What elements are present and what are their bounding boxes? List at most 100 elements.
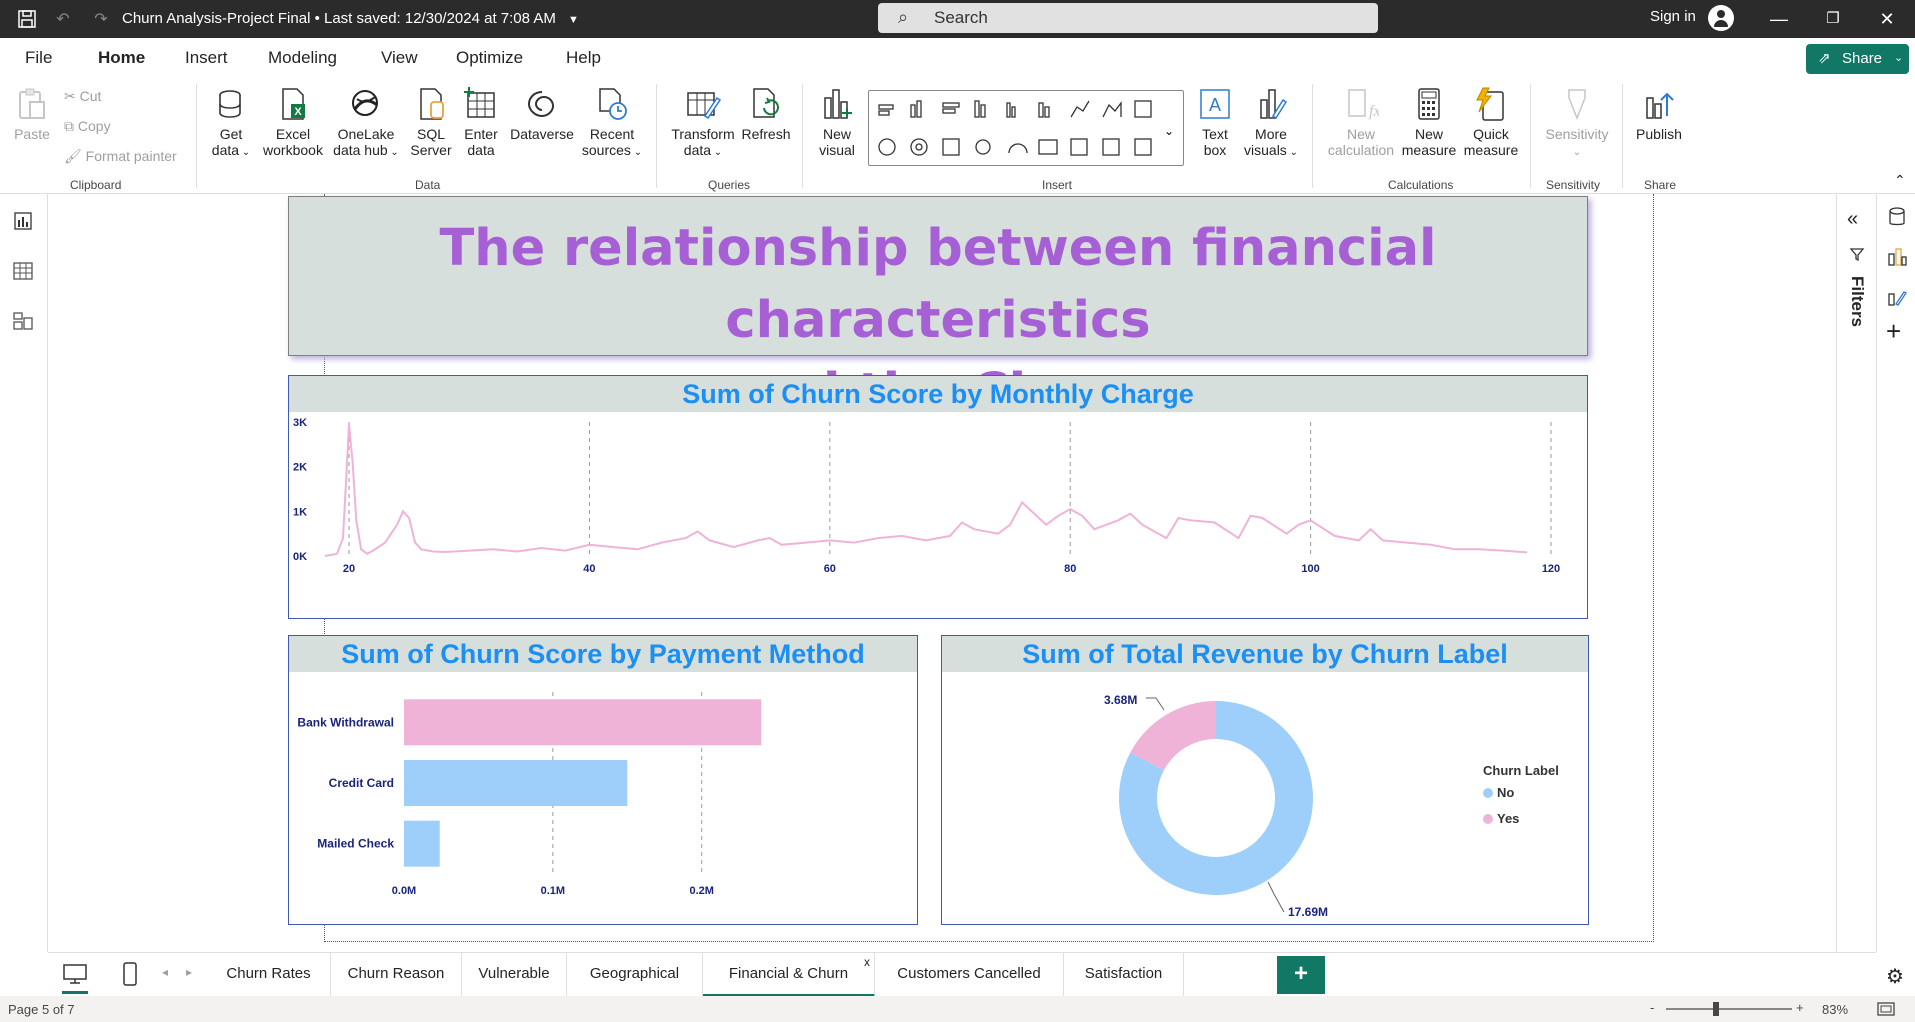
transform-data-icon — [687, 92, 721, 120]
minimize-icon[interactable]: — — [1764, 6, 1794, 32]
page-tab[interactable]: Customers Cancelled — [875, 953, 1064, 997]
share-button[interactable]: ⇗ Share ⌄ — [1806, 44, 1909, 74]
menu-insert[interactable]: Insert — [185, 48, 228, 68]
mobile-layout-icon[interactable] — [122, 961, 138, 987]
collapse-ribbon-icon[interactable]: ⌃ — [1894, 172, 1906, 189]
menu-view[interactable]: View — [381, 48, 418, 68]
text-box-icon: A — [1200, 89, 1230, 119]
search-placeholder: Search — [934, 8, 988, 27]
filter-icon — [1849, 248, 1865, 262]
save-icon[interactable] — [16, 8, 38, 30]
x-tick-label: 0.2M — [689, 885, 713, 897]
excel-icon: X — [282, 88, 305, 120]
format-painter-button[interactable]: 🖌 Format painter — [64, 148, 177, 165]
y-tick-label: 1K — [293, 506, 307, 518]
page-tab[interactable]: Financial & Churn x — [703, 953, 875, 997]
legend-item-yes[interactable]: Yes — [1483, 811, 1519, 826]
table-plus-icon — [464, 87, 495, 118]
bar — [404, 820, 440, 867]
page-tab[interactable]: Churn Rates — [207, 953, 331, 997]
page-tab[interactable]: Satisfaction — [1064, 953, 1184, 997]
report-title-card[interactable]: The relationship between financial chara… — [288, 196, 1588, 422]
group-label-share: Share — [1644, 178, 1677, 192]
scroll-tabs-right-icon[interactable]: ▸ — [186, 965, 192, 979]
leader-line — [1146, 697, 1165, 711]
recent-sources-button[interactable]: Recent sources ⌄ — [578, 86, 646, 161]
scroll-tabs-left-icon[interactable]: ◂ — [162, 965, 168, 979]
account-icon[interactable] — [1708, 5, 1734, 31]
settings-gear-icon[interactable]: ⚙ — [1886, 964, 1904, 989]
data-label: 3.68M — [1104, 693, 1137, 707]
publish-button[interactable]: Publish — [1630, 86, 1688, 142]
menu-file[interactable]: File — [25, 48, 52, 68]
undo-icon[interactable]: ↶ — [52, 8, 74, 30]
new-measure-button[interactable]: New measure — [1398, 86, 1460, 158]
new-visual-button[interactable]: New visual — [810, 86, 864, 158]
report-view-icon[interactable] — [12, 210, 34, 232]
restore-icon[interactable]: ❐ — [1818, 6, 1848, 32]
share-chevron-icon: ⌄ — [1894, 52, 1904, 64]
refresh-button[interactable]: Refresh — [738, 86, 794, 142]
copy-icon: ⧉ — [64, 118, 74, 134]
filters-label[interactable]: Filters — [1847, 276, 1867, 327]
quick-measure-button[interactable]: Quick measure — [1460, 86, 1522, 158]
svg-text:A: A — [1209, 95, 1221, 115]
transform-data-button[interactable]: Transform data ⌄ — [666, 86, 740, 161]
legend-item-no[interactable]: No — [1483, 785, 1514, 800]
close-window-icon[interactable]: ✕ — [1872, 6, 1902, 32]
copy-button[interactable]: ⧉ Copy — [64, 118, 111, 135]
zoom-out-icon[interactable]: - — [1650, 1000, 1654, 1015]
add-page-button[interactable]: + — [1277, 956, 1325, 994]
data-pane-icon[interactable] — [1886, 206, 1908, 228]
bar-chart-visual[interactable]: Sum of Churn Score by Payment Method 0.0… — [288, 635, 918, 925]
paste-button[interactable]: Paste — [10, 86, 54, 142]
filters-pane: « Filters — [1836, 194, 1876, 952]
group-label-data: Data — [415, 178, 441, 192]
visual-type-icons[interactable]: ⌄ — [869, 91, 1185, 167]
cut-button[interactable]: ✂ Cut — [64, 88, 101, 105]
x-tick-label: 20 — [343, 563, 355, 575]
page-tab[interactable]: Churn Reason — [331, 953, 462, 997]
sql-server-button[interactable]: SQL Server — [406, 86, 456, 158]
table-view-icon[interactable] — [12, 260, 34, 282]
category-label: Credit Card — [329, 776, 394, 790]
fit-to-page-icon[interactable] — [1876, 1001, 1896, 1017]
excel-workbook-button[interactable]: X Excel workbook — [258, 86, 328, 158]
donut-chart-visual[interactable]: Sum of Total Revenue by Churn Label 17.6… — [941, 635, 1589, 925]
model-view-icon[interactable] — [12, 310, 34, 332]
page-tab[interactable]: Geographical — [567, 953, 703, 997]
text-box-button[interactable]: A Text box — [1192, 86, 1238, 158]
format-visual-icon[interactable] — [1886, 286, 1908, 308]
redo-icon[interactable]: ↷ — [90, 8, 112, 30]
page-tab-label: Financial & Churn — [728, 965, 849, 982]
zoom-in-icon[interactable]: + — [1796, 1000, 1804, 1015]
page-tab-label: Churn Reason — [347, 965, 445, 982]
menu-modeling[interactable]: Modeling — [268, 48, 337, 68]
page-tab[interactable]: Vulnerable — [462, 953, 567, 997]
search-box[interactable]: ⌕ Search — [878, 3, 1378, 33]
get-data-button[interactable]: Get data ⌄ — [206, 86, 256, 161]
onelake-data-hub-button[interactable]: OneLake data hub ⌄ — [328, 86, 404, 161]
build-visual-icon[interactable] — [1886, 246, 1908, 268]
desktop-layout-icon[interactable] — [62, 963, 88, 985]
series-line — [324, 424, 1528, 557]
title-chevron-icon[interactable]: ▼ — [568, 14, 579, 26]
menu-optimize[interactable]: Optimize — [456, 48, 523, 68]
share-icon: ⇗ — [1818, 50, 1831, 67]
x-tick-label: 120 — [1542, 563, 1560, 575]
sign-in-link[interactable]: Sign in — [1650, 8, 1696, 25]
zoom-slider-track[interactable] — [1666, 1008, 1792, 1010]
menu-home[interactable]: Home — [98, 48, 145, 68]
dataverse-button[interactable]: Dataverse — [506, 86, 578, 142]
onelake-icon — [352, 90, 378, 116]
enter-data-button[interactable]: Enter data — [456, 86, 506, 158]
zoom-slider-handle[interactable] — [1713, 1002, 1719, 1016]
sensitivity-button[interactable]: Sensitivity ⌄ — [1538, 86, 1616, 161]
line-chart-visual[interactable]: Sum of Churn Score by Monthly Charge 20 4… — [288, 375, 1588, 619]
close-tab-icon[interactable]: x — [864, 941, 870, 983]
more-visuals-button[interactable]: More visuals ⌄ — [1240, 86, 1302, 161]
menu-help[interactable]: Help — [566, 48, 601, 68]
add-pane-icon[interactable]: + — [1886, 318, 1901, 344]
new-calculation-button[interactable]: fx Newcalculation — [1326, 86, 1396, 158]
expand-filters-icon[interactable]: « — [1847, 208, 1858, 231]
